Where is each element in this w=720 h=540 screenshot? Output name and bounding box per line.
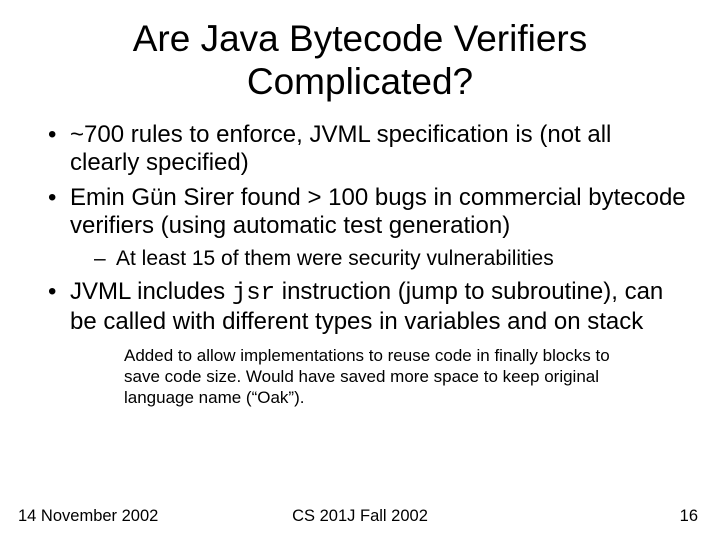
- bullet-text: Emin Gün Sirer found > 100 bugs in comme…: [70, 184, 686, 239]
- slide-footer: 14 November 2002 CS 201J Fall 2002 16: [0, 507, 720, 526]
- slide-note: Added to allow implementations to reuse …: [124, 346, 644, 408]
- bullet-item: ~700 rules to enforce, JVML specificatio…: [48, 121, 686, 178]
- footer-date: 14 November 2002: [18, 507, 158, 526]
- bullet-text-pre: JVML includes: [70, 278, 232, 305]
- sub-bullet-item: At least 15 of them were security vulner…: [94, 246, 686, 271]
- bullet-list: ~700 rules to enforce, JVML specificatio…: [28, 121, 692, 336]
- bullet-item: JVML includes jsr instruction (jump to s…: [48, 278, 686, 337]
- bullet-item: Emin Gün Sirer found > 100 bugs in comme…: [48, 184, 686, 272]
- slide-title: Are Java Bytecode Verifiers Complicated?: [28, 18, 692, 103]
- footer-page-number: 16: [680, 507, 698, 526]
- slide: Are Java Bytecode Verifiers Complicated?…: [0, 0, 720, 540]
- sub-bullet-list: At least 15 of them were security vulner…: [70, 246, 686, 271]
- code-jsr: jsr: [232, 280, 275, 307]
